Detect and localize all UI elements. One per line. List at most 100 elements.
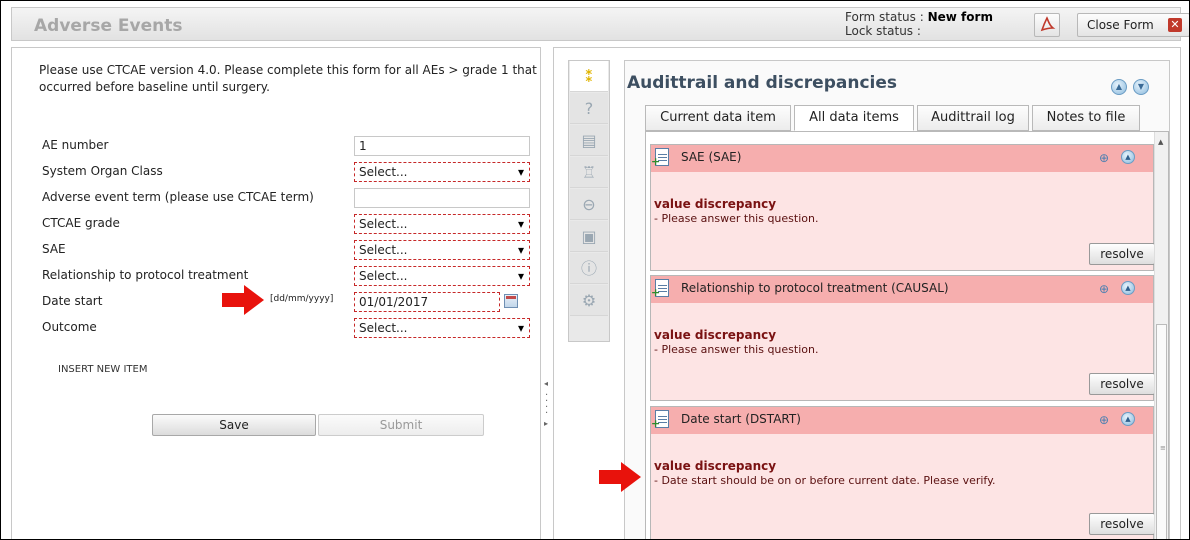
discrepancy-list: + SAE (SAE) ⊕ ▲ value discrepancy - Plea… bbox=[645, 131, 1169, 539]
zoom-icon[interactable]: ⊕ bbox=[1099, 413, 1109, 427]
field-row-ae-term: Adverse event term (please use CTCAE ter… bbox=[42, 188, 537, 208]
footprints-icon[interactable]: ⁑ bbox=[570, 61, 608, 92]
discrepancy-message: - Please answer this question. bbox=[654, 212, 819, 225]
zoom-icon[interactable]: ⊕ bbox=[1099, 282, 1109, 296]
resolve-button[interactable]: resolve bbox=[1089, 513, 1155, 535]
document-add-icon: + bbox=[651, 148, 669, 167]
field-label: System Organ Class bbox=[42, 164, 163, 178]
tab-all-data-items[interactable]: All data items bbox=[794, 105, 914, 131]
ctcae-grade-select[interactable]: Select... bbox=[354, 214, 530, 234]
field-label: SAE bbox=[42, 242, 66, 256]
lock-status-label: Lock status : bbox=[845, 24, 921, 38]
card-title: Date start (DSTART) bbox=[681, 412, 801, 426]
question-icon[interactable]: ? bbox=[570, 93, 608, 124]
app-window: Adverse Events Form status : New form Lo… bbox=[0, 0, 1190, 540]
date-format-hint: [dd/mm/yyyy] bbox=[270, 294, 334, 304]
collapse-card-icon[interactable]: ▲ bbox=[1121, 412, 1135, 426]
field-label: CTCAE grade bbox=[42, 216, 120, 230]
card-title: SAE (SAE) bbox=[681, 150, 742, 164]
date-start-input[interactable]: 01/01/2017 bbox=[354, 292, 500, 312]
field-row-ae-number: AE number 1 bbox=[42, 136, 537, 156]
zoom-icon[interactable]: ⊕ bbox=[1099, 151, 1109, 165]
form-status-value: New form bbox=[927, 10, 993, 24]
annotation-arrow-date bbox=[222, 285, 266, 315]
close-form-button[interactable]: Close Form ✕ bbox=[1077, 13, 1189, 37]
discrepancy-message: - Date start should be on or before curr… bbox=[654, 474, 996, 487]
discrepancy-card: + Date start (DSTART) ⊕ ▲ value discrepa… bbox=[650, 406, 1155, 539]
info-icon[interactable]: ⓘ bbox=[570, 253, 608, 284]
annotation-arrow-discrepancy bbox=[599, 462, 643, 492]
side-panel: ⁑ ? ▤ ♖ ⊖ ▣ ⓘ ⚙ Audittrail and discrepan… bbox=[553, 47, 1181, 539]
sae-select[interactable]: Select... bbox=[354, 240, 530, 260]
discrepancy-card: + Relationship to protocol treatment (CA… bbox=[650, 275, 1155, 401]
clipboard-icon[interactable]: ▣ bbox=[570, 221, 608, 252]
card-header: + SAE (SAE) ⊕ ▲ bbox=[651, 145, 1153, 172]
adverse-event-term-input[interactable] bbox=[354, 188, 530, 208]
card-header: + Relationship to protocol treatment (CA… bbox=[651, 276, 1153, 303]
settings-icon[interactable]: ⚙ bbox=[570, 285, 608, 316]
relationship-select[interactable]: Select... bbox=[354, 266, 530, 286]
outcome-select[interactable]: Select... bbox=[354, 318, 530, 338]
field-label: Relationship to protocol treatment bbox=[42, 268, 249, 282]
system-organ-class-select[interactable]: Select... bbox=[354, 162, 530, 182]
document-add-icon: + bbox=[651, 410, 669, 429]
close-icon: ✕ bbox=[1168, 18, 1182, 32]
tab-audittrail-log[interactable]: Audittrail log bbox=[917, 105, 1029, 131]
insert-new-item-link[interactable]: INSERT NEW ITEM bbox=[58, 364, 147, 375]
resolve-button[interactable]: resolve bbox=[1089, 373, 1155, 395]
field-row-relationship: Relationship to protocol treatment Selec… bbox=[42, 266, 537, 286]
panel-splitter[interactable]: ◂ · · · · ▸ bbox=[541, 47, 553, 539]
discrepancy-card: + SAE (SAE) ⊕ ▲ value discrepancy - Plea… bbox=[650, 144, 1155, 271]
calendar-icon[interactable] bbox=[504, 294, 518, 308]
collapse-left-icon[interactable]: ◂ bbox=[544, 379, 548, 388]
pdf-icon bbox=[1040, 16, 1056, 32]
field-row-sae: SAE Select... bbox=[42, 240, 537, 260]
field-row-outcome: Outcome Select... bbox=[42, 318, 537, 338]
field-row-system-organ-class: System Organ Class Select... bbox=[42, 162, 537, 182]
discrepancy-type: value discrepancy bbox=[654, 197, 777, 211]
scroll-grip-icon: ≡ bbox=[1160, 444, 1166, 452]
lock-icon[interactable]: ⊖ bbox=[570, 189, 608, 220]
app-title: Adverse Events bbox=[34, 16, 183, 36]
tab-current-data-item[interactable]: Current data item bbox=[645, 105, 791, 131]
discrepancy-type: value discrepancy bbox=[654, 328, 777, 342]
close-form-label: Close Form bbox=[1087, 18, 1154, 32]
discrepancy-message: - Please answer this question. bbox=[654, 343, 819, 356]
field-row-date-start: Date start [dd/mm/yyyy] 01/01/2017 bbox=[42, 292, 537, 312]
field-label: Date start bbox=[42, 294, 103, 308]
document-add-icon: + bbox=[651, 279, 669, 298]
top-bar: Adverse Events Form status : New form Lo… bbox=[11, 7, 1189, 41]
side-icon-strip: ⁑ ? ▤ ♖ ⊖ ▣ ⓘ ⚙ bbox=[568, 60, 610, 342]
field-label: Outcome bbox=[42, 320, 97, 334]
document-icon[interactable]: ▤ bbox=[570, 125, 608, 156]
audit-title: Audittrail and discrepancies bbox=[627, 73, 897, 93]
ae-number-input[interactable]: 1 bbox=[354, 136, 530, 156]
scrollbar[interactable]: ▲ ≡ bbox=[1154, 132, 1168, 539]
submit-button[interactable]: Submit bbox=[318, 414, 484, 436]
splitter-grip-icon: · · · · bbox=[545, 390, 549, 419]
tab-notes-to-file[interactable]: Notes to file bbox=[1032, 105, 1140, 131]
status-block: Form status : New form Lock status : bbox=[845, 10, 993, 38]
scroll-up-icon[interactable]: ▲ bbox=[1158, 138, 1163, 146]
field-label: AE number bbox=[42, 138, 109, 152]
field-row-ctcae-grade: CTCAE grade Select... bbox=[42, 214, 537, 234]
scroll-thumb[interactable]: ≡ bbox=[1156, 324, 1167, 539]
collapse-card-icon[interactable]: ▲ bbox=[1121, 281, 1135, 295]
body-icon[interactable]: ♖ bbox=[570, 157, 608, 188]
resolve-button[interactable]: resolve bbox=[1089, 243, 1155, 265]
collapse-up-icon[interactable]: ▲ bbox=[1111, 79, 1127, 95]
save-button[interactable]: Save bbox=[152, 414, 316, 436]
collapse-card-icon[interactable]: ▲ bbox=[1121, 150, 1135, 164]
form-panel: Please use CTCAE version 4.0. Please com… bbox=[11, 47, 541, 539]
form-intro: Please use CTCAE version 4.0. Please com… bbox=[39, 63, 537, 94]
form-status-label: Form status : bbox=[845, 10, 924, 24]
card-header: + Date start (DSTART) ⊕ ▲ bbox=[651, 407, 1153, 434]
discrepancy-type: value discrepancy bbox=[654, 459, 777, 473]
audit-tabs: Current data item All data items Audittr… bbox=[645, 105, 1151, 131]
collapse-right-icon[interactable]: ▸ bbox=[544, 419, 548, 428]
pdf-button[interactable] bbox=[1034, 13, 1060, 37]
field-label: Adverse event term (please use CTCAE ter… bbox=[42, 190, 314, 204]
audit-panel: Audittrail and discrepancies ▲ ▼ Current… bbox=[624, 60, 1170, 539]
card-title: Relationship to protocol treatment (CAUS… bbox=[681, 281, 949, 295]
collapse-down-icon[interactable]: ▼ bbox=[1133, 79, 1149, 95]
